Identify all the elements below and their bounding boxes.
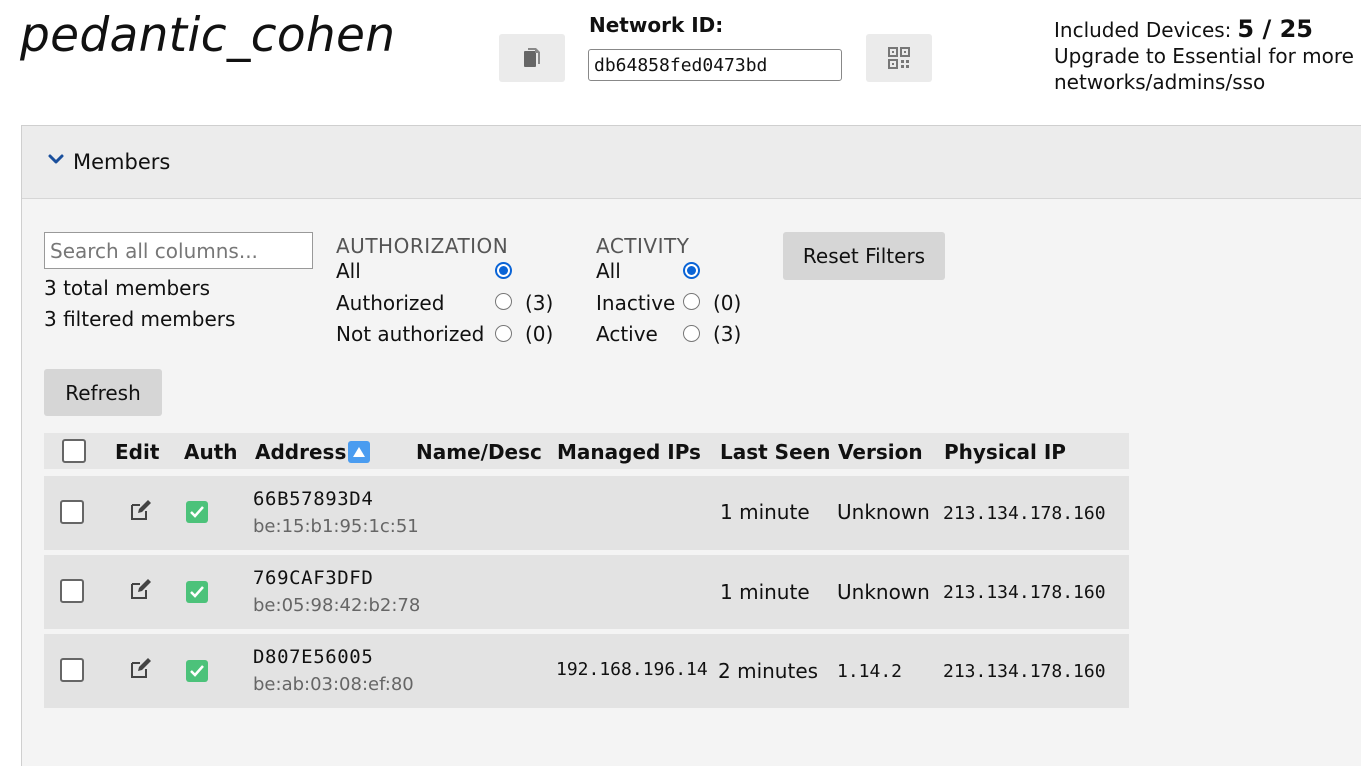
last-seen: 2 minutes bbox=[718, 659, 819, 683]
column-physical-ip[interactable]: Physical IP bbox=[944, 440, 1066, 464]
member-mac: be:05:98:42:b2:78 bbox=[253, 595, 421, 616]
column-last-seen[interactable]: Last Seen bbox=[720, 440, 830, 464]
row-select-checkbox[interactable] bbox=[60, 658, 84, 682]
version: Unknown bbox=[837, 580, 930, 604]
checkmark-icon bbox=[190, 586, 204, 598]
filtered-members: 3 filtered members bbox=[44, 307, 236, 331]
network-name: pedantic_cohen bbox=[20, 8, 396, 63]
qr-code-button[interactable] bbox=[866, 34, 932, 82]
authorized-checkbox[interactable] bbox=[186, 660, 208, 682]
activity-filter-inactive-count: (0) bbox=[713, 291, 742, 315]
network-id-field[interactable] bbox=[588, 49, 842, 81]
edit-icon[interactable] bbox=[130, 499, 152, 521]
last-seen: 1 minute bbox=[720, 580, 810, 604]
member-address: 769CAF3DFD bbox=[253, 567, 374, 589]
column-name-desc[interactable]: Name/Desc bbox=[416, 440, 542, 464]
auth-filter-authorized-count: (3) bbox=[525, 291, 554, 315]
auth-filter-all-radio[interactable] bbox=[495, 262, 512, 279]
column-address[interactable]: Address bbox=[255, 440, 346, 464]
network-id-label: Network ID: bbox=[589, 13, 724, 37]
total-members: 3 total members bbox=[44, 276, 211, 300]
select-all-checkbox[interactable] bbox=[62, 439, 86, 463]
checkmark-icon bbox=[190, 665, 204, 677]
activity-filter-inactive-radio[interactable] bbox=[683, 293, 700, 310]
search-input[interactable] bbox=[44, 232, 313, 269]
physical-ip: 213.134.178.160 bbox=[943, 582, 1106, 603]
upgrade-text-line2: networks/admins/sso bbox=[1054, 70, 1266, 94]
auth-filter-authorized-radio[interactable] bbox=[495, 293, 512, 310]
auth-filter-not-authorized-radio[interactable] bbox=[495, 325, 512, 342]
member-mac: be:ab:03:08:ef:80 bbox=[253, 674, 414, 695]
member-address: 66B57893D4 bbox=[253, 488, 374, 510]
auth-filter-authorized-label: Authorized bbox=[336, 291, 445, 315]
chevron-down-icon[interactable] bbox=[47, 150, 65, 168]
activity-filter-all-label: All bbox=[596, 259, 621, 283]
column-auth[interactable]: Auth bbox=[184, 440, 238, 464]
included-devices-value: 5 / 25 bbox=[1237, 15, 1313, 43]
last-seen: 1 minute bbox=[720, 500, 810, 524]
column-edit: Edit bbox=[115, 440, 160, 464]
member-mac: be:15:b1:95:1c:51 bbox=[253, 516, 419, 537]
column-version[interactable]: Version bbox=[838, 440, 923, 464]
activity-filter-title: ACTIVITY bbox=[596, 234, 690, 258]
included-devices-label: Included Devices: bbox=[1054, 18, 1232, 42]
auth-filter-not-authorized-count: (0) bbox=[525, 322, 554, 346]
authorized-checkbox[interactable] bbox=[186, 581, 208, 603]
copy-icon bbox=[524, 48, 540, 67]
qr-code-icon bbox=[888, 47, 910, 69]
authorized-checkbox[interactable] bbox=[186, 501, 208, 523]
physical-ip: 213.134.178.160 bbox=[943, 661, 1106, 682]
managed-ip: 192.168.196.14 bbox=[556, 659, 708, 680]
members-panel-header[interactable] bbox=[22, 126, 1361, 199]
authorization-filter-title: AUTHORIZATION bbox=[336, 234, 509, 258]
activity-filter-inactive-label: Inactive bbox=[596, 291, 676, 315]
reset-filters-button[interactable]: Reset Filters bbox=[783, 232, 945, 280]
row-select-checkbox[interactable] bbox=[60, 500, 84, 524]
copy-network-id-button[interactable] bbox=[499, 34, 565, 82]
row-select-checkbox[interactable] bbox=[60, 579, 84, 603]
edit-icon[interactable] bbox=[130, 578, 152, 600]
refresh-button[interactable]: Refresh bbox=[44, 369, 162, 416]
members-title[interactable]: Members bbox=[73, 150, 170, 174]
sort-ascending-icon[interactable] bbox=[348, 441, 370, 463]
checkmark-icon bbox=[190, 506, 204, 518]
activity-filter-all-radio[interactable] bbox=[683, 262, 700, 279]
column-managed-ips[interactable]: Managed IPs bbox=[557, 440, 701, 464]
auth-filter-not-authorized-label: Not authorized bbox=[336, 322, 485, 346]
activity-filter-active-label: Active bbox=[596, 322, 658, 346]
version: Unknown bbox=[837, 500, 930, 524]
physical-ip: 213.134.178.160 bbox=[943, 503, 1106, 524]
upgrade-text-line1[interactable]: Upgrade to Essential for more c bbox=[1054, 44, 1361, 68]
member-address: D807E56005 bbox=[253, 646, 374, 668]
version: 1.14.2 bbox=[837, 661, 903, 682]
activity-filter-active-radio[interactable] bbox=[683, 325, 700, 342]
edit-icon[interactable] bbox=[130, 657, 152, 679]
activity-filter-active-count: (3) bbox=[713, 322, 742, 346]
included-devices: Included Devices: 5 / 25 Upgrade to Essen… bbox=[1054, 16, 1361, 95]
auth-filter-all-label: All bbox=[336, 259, 361, 283]
